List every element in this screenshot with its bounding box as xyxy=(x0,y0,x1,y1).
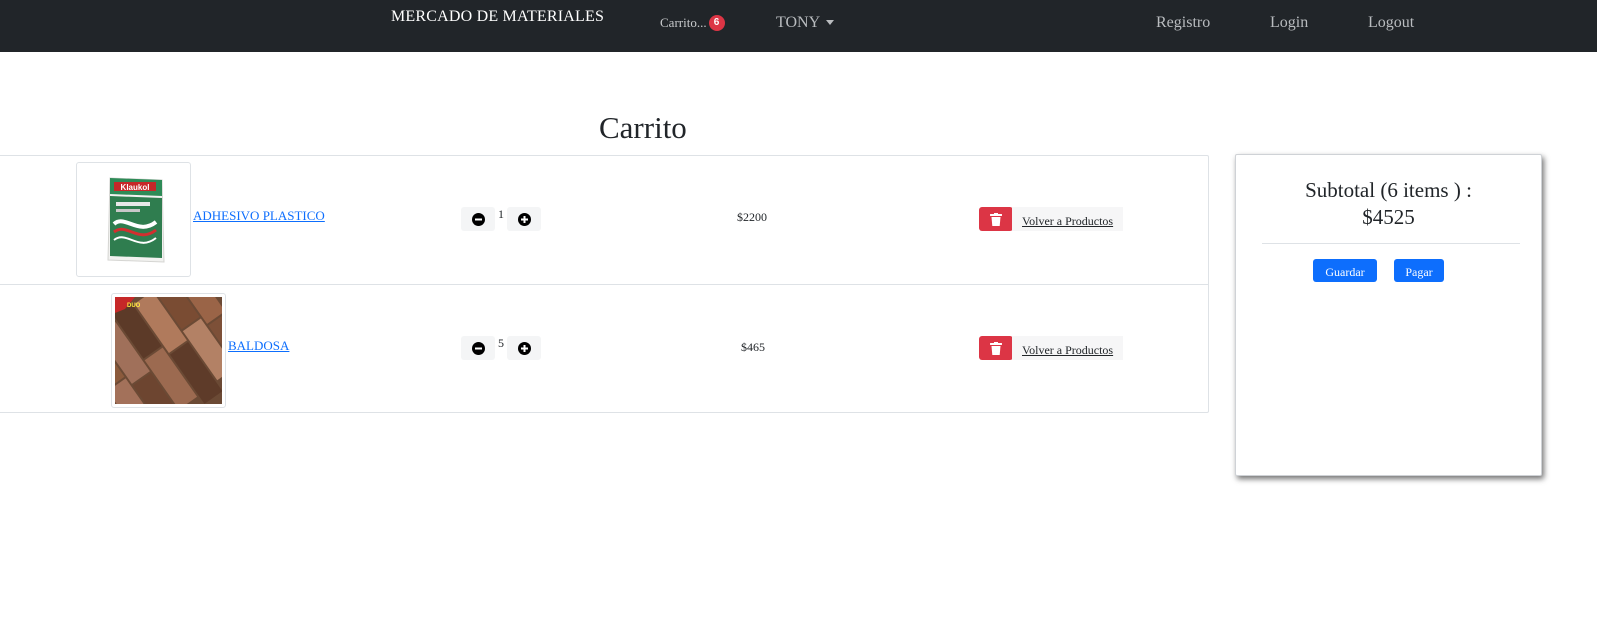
user-dropdown[interactable]: TONY xyxy=(776,14,835,32)
cart-row: DUO BALDOSA 5 $465 Volver a Productos xyxy=(0,284,1209,412)
quantity-value: 1 xyxy=(498,207,504,221)
item-price: $465 xyxy=(741,340,765,354)
nav-cart-label: Carrito... xyxy=(660,15,707,30)
nav-cart-link[interactable]: Carrito... 6 xyxy=(660,15,725,31)
svg-text:Klaukol: Klaukol xyxy=(121,183,150,192)
product-link[interactable]: BALDOSA xyxy=(228,338,289,354)
product-image[interactable]: Klaukol xyxy=(76,162,191,277)
subtotal-label: Subtotal (6 items ) : xyxy=(1305,178,1472,202)
divider xyxy=(1262,243,1520,244)
minus-circle-icon xyxy=(471,212,485,226)
save-button[interactable]: Guardar xyxy=(1313,259,1377,282)
nav-logout[interactable]: Logout xyxy=(1368,14,1414,32)
decrease-quantity-button[interactable] xyxy=(461,207,495,231)
back-to-products-link[interactable]: Volver a Productos xyxy=(1012,207,1124,231)
brand[interactable]: MERCADO DE MATERIALES xyxy=(391,8,604,26)
nav-registro[interactable]: Registro xyxy=(1156,14,1210,32)
tile-image: DUO xyxy=(112,294,225,407)
increase-quantity-button[interactable] xyxy=(507,207,541,231)
pay-button[interactable]: Pagar xyxy=(1394,259,1444,282)
product-link[interactable]: ADHESIVO PLASTICO xyxy=(193,208,325,224)
decrease-quantity-button[interactable] xyxy=(461,336,495,360)
order-summary-card: Subtotal (6 items ) : $4525 Guardar Paga… xyxy=(1235,154,1542,476)
quantity-value: 5 xyxy=(498,336,504,350)
cart-count-badge: 6 xyxy=(708,15,725,31)
nav-login[interactable]: Login xyxy=(1270,14,1308,32)
quantity-stepper: 1 xyxy=(461,207,541,231)
increase-quantity-button[interactable] xyxy=(507,336,541,360)
plus-circle-icon xyxy=(517,212,531,226)
navbar: MERCADO DE MATERIALES Carrito... 6 TONY … xyxy=(0,0,1597,52)
trash-icon xyxy=(990,341,1002,355)
back-to-products-link[interactable]: Volver a Productos xyxy=(1012,336,1124,360)
product-image[interactable]: DUO xyxy=(111,293,226,408)
user-name: TONY xyxy=(776,14,821,31)
subtotal-amount: $4525 xyxy=(1362,205,1415,229)
svg-text:DUO: DUO xyxy=(127,303,141,309)
caret-down-icon xyxy=(826,19,835,25)
page-title: Carrito xyxy=(599,110,687,145)
cart-row: Klaukol ADHESIVO PLASTICO 1 $2200 Volver… xyxy=(0,156,1209,284)
delete-item-button[interactable] xyxy=(979,207,1013,231)
minus-circle-icon xyxy=(471,341,485,355)
trash-icon xyxy=(990,212,1002,226)
adhesive-bag-image: Klaukol xyxy=(80,166,187,273)
delete-item-button[interactable] xyxy=(979,336,1013,360)
cart-table: Klaukol ADHESIVO PLASTICO 1 $2200 Volver… xyxy=(0,155,1209,413)
item-price: $2200 xyxy=(737,210,767,224)
plus-circle-icon xyxy=(517,341,531,355)
subtotal-heading: Subtotal (6 items ) : $4525 xyxy=(1236,177,1541,231)
quantity-stepper: 5 xyxy=(461,336,541,360)
